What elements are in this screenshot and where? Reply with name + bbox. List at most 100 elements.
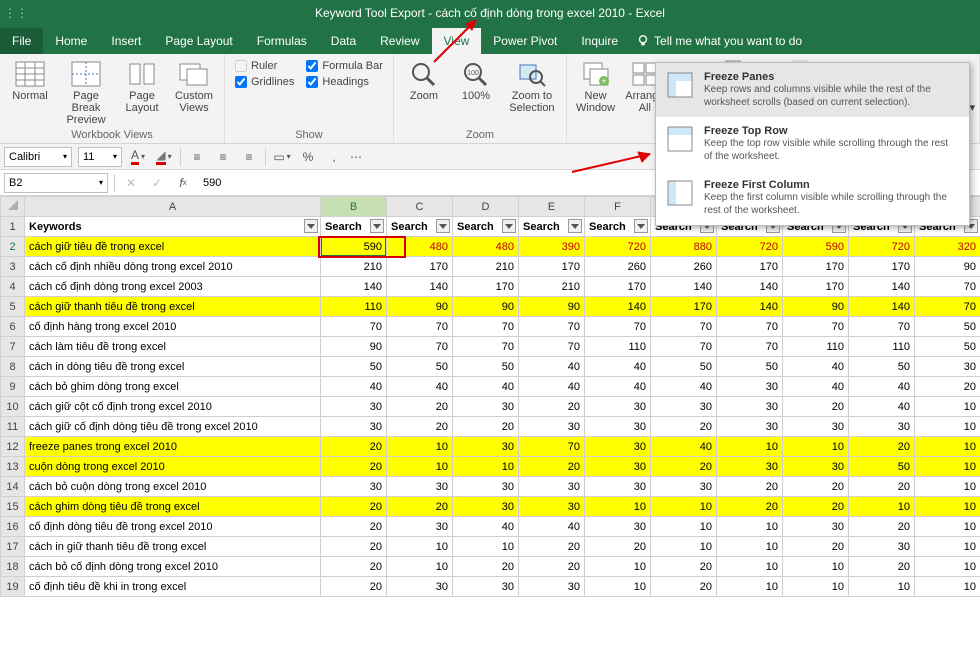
cell[interactable]: 170 xyxy=(453,277,519,297)
cell[interactable]: Search xyxy=(585,217,651,237)
cell[interactable]: 10 xyxy=(915,437,980,457)
cell[interactable]: 10 xyxy=(915,577,980,597)
cell[interactable]: 30 xyxy=(387,577,453,597)
table-row[interactable]: 14cách bỏ cuộn dòng trong excel 20103030… xyxy=(1,477,980,497)
font-size-combo[interactable]: 11▾ xyxy=(78,147,122,167)
freeze-top-row-item[interactable]: Freeze Top RowKeep the top row visible w… xyxy=(656,117,969,171)
worksheet-area[interactable]: A B C D E F G H I J K 1KeywordsSearchSea… xyxy=(0,196,980,597)
cell[interactable]: 140 xyxy=(717,297,783,317)
cell[interactable]: 210 xyxy=(453,257,519,277)
confirm-entry-button[interactable]: ✓ xyxy=(147,173,167,193)
cell[interactable]: 10 xyxy=(717,557,783,577)
cell[interactable]: 30 xyxy=(651,397,717,417)
cell[interactable]: 10 xyxy=(585,577,651,597)
cell[interactable]: 20 xyxy=(783,537,849,557)
cell[interactable]: 480 xyxy=(453,237,519,257)
table-row[interactable]: 10cách giữ cột cố định trong excel 20103… xyxy=(1,397,980,417)
cell[interactable]: 720 xyxy=(717,237,783,257)
tab-formulas[interactable]: Formulas xyxy=(245,28,319,54)
cell[interactable]: 170 xyxy=(783,277,849,297)
cell[interactable]: 20 xyxy=(321,437,387,457)
new-window-button[interactable]: + New Window xyxy=(573,58,618,114)
cell[interactable]: 50 xyxy=(915,337,980,357)
cell[interactable]: 10 xyxy=(453,537,519,557)
cell[interactable]: 30 xyxy=(321,397,387,417)
cell[interactable]: 70 xyxy=(321,317,387,337)
row-header[interactable]: 8 xyxy=(1,357,25,377)
cell[interactable]: 30 xyxy=(717,377,783,397)
cell[interactable]: 20 xyxy=(453,417,519,437)
cell[interactable]: 40 xyxy=(849,397,915,417)
table-row[interactable]: 4cách cố định dòng trong excel 200314014… xyxy=(1,277,980,297)
cell[interactable]: 20 xyxy=(387,497,453,517)
cell[interactable]: 90 xyxy=(783,297,849,317)
cell[interactable]: 30 xyxy=(783,417,849,437)
cell[interactable]: 40 xyxy=(651,377,717,397)
cell[interactable]: 10 xyxy=(783,437,849,457)
cell[interactable]: 10 xyxy=(915,397,980,417)
cell[interactable]: Search xyxy=(453,217,519,237)
cell[interactable]: 50 xyxy=(915,317,980,337)
qat-handle[interactable]: ⋮⋮ xyxy=(4,6,28,20)
spreadsheet-grid[interactable]: A B C D E F G H I J K 1KeywordsSearchSea… xyxy=(0,196,980,597)
cell[interactable]: 140 xyxy=(585,297,651,317)
align-center-button[interactable]: ≡ xyxy=(213,147,233,167)
cell[interactable]: 20 xyxy=(783,397,849,417)
filter-button[interactable] xyxy=(502,219,516,233)
cell[interactable]: 30 xyxy=(585,517,651,537)
table-row[interactable]: 16cố định dòng tiêu đề trong excel 20102… xyxy=(1,517,980,537)
filter-button[interactable] xyxy=(370,219,384,233)
filter-button[interactable] xyxy=(436,219,450,233)
row-header[interactable]: 10 xyxy=(1,397,25,417)
table-row[interactable]: 7cách làm tiêu đề trong excel90707070110… xyxy=(1,337,980,357)
cell[interactable]: 720 xyxy=(849,237,915,257)
cell[interactable]: 20 xyxy=(717,497,783,517)
cell[interactable]: 30 xyxy=(651,477,717,497)
freeze-panes-menu[interactable]: Freeze PanesKeep rows and columns visibl… xyxy=(655,62,970,226)
row-header[interactable]: 14 xyxy=(1,477,25,497)
cell[interactable]: 20 xyxy=(849,557,915,577)
cell[interactable]: 30 xyxy=(849,537,915,557)
cell[interactable]: cách giữ tiêu đề trong excel xyxy=(25,237,321,257)
cell[interactable]: 720 xyxy=(585,237,651,257)
cell[interactable]: 50 xyxy=(717,357,783,377)
row-header[interactable]: 9 xyxy=(1,377,25,397)
cell[interactable]: 10 xyxy=(651,497,717,517)
cell[interactable]: 70 xyxy=(453,317,519,337)
table-row[interactable]: 8cách in dòng tiêu đề trong excel5050504… xyxy=(1,357,980,377)
cell[interactable]: 40 xyxy=(519,377,585,397)
cell[interactable]: 30 xyxy=(453,477,519,497)
cell[interactable]: 20 xyxy=(519,457,585,477)
cell[interactable]: 10 xyxy=(585,557,651,577)
cell[interactable]: 30 xyxy=(519,577,585,597)
tellme-search[interactable]: Tell me what you want to do xyxy=(630,28,814,54)
cell[interactable]: 170 xyxy=(387,257,453,277)
formula-bar-checkbox[interactable]: Formula Bar xyxy=(306,60,383,72)
table-row[interactable]: 18cách bỏ cố định dòng trong excel 20102… xyxy=(1,557,980,577)
cell[interactable]: 20 xyxy=(783,497,849,517)
cell[interactable]: 170 xyxy=(783,257,849,277)
table-row[interactable]: 11cách giữ cố định dòng tiêu đề trong ex… xyxy=(1,417,980,437)
cell[interactable]: 10 xyxy=(585,497,651,517)
cell[interactable]: 90 xyxy=(519,297,585,317)
merge-cells-button[interactable]: ▭▾ xyxy=(272,147,292,167)
cell[interactable]: 40 xyxy=(783,357,849,377)
filter-button[interactable] xyxy=(634,219,648,233)
row-header[interactable]: 3 xyxy=(1,257,25,277)
cell[interactable]: 10 xyxy=(915,557,980,577)
row-header[interactable]: 6 xyxy=(1,317,25,337)
cell[interactable]: 10 xyxy=(453,457,519,477)
cell[interactable]: 30 xyxy=(585,397,651,417)
cell[interactable]: 40 xyxy=(783,377,849,397)
cell[interactable]: 70 xyxy=(453,337,519,357)
cell[interactable]: 30 xyxy=(519,417,585,437)
cell[interactable]: 20 xyxy=(321,577,387,597)
row-header[interactable]: 18 xyxy=(1,557,25,577)
cell[interactable]: 30 xyxy=(717,397,783,417)
row-header[interactable]: 17 xyxy=(1,537,25,557)
freeze-panes-item[interactable]: Freeze PanesKeep rows and columns visibl… xyxy=(656,63,969,117)
col-header-B[interactable]: B xyxy=(321,197,387,217)
cell[interactable]: 40 xyxy=(651,437,717,457)
cell[interactable]: cố định hàng trong excel 2010 xyxy=(25,317,321,337)
cell[interactable]: 20 xyxy=(453,557,519,577)
